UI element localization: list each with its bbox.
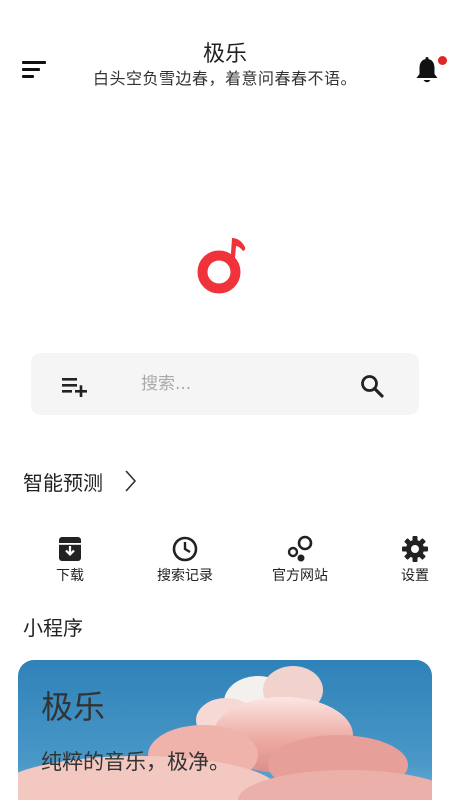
smart-prediction-label: 智能预测 xyxy=(23,470,103,495)
card-subtitle: 纯粹的音乐，极净。 xyxy=(41,750,230,774)
app-title: 极乐 xyxy=(202,42,247,67)
sky-cloud-illustration xyxy=(18,660,432,800)
search-bar xyxy=(31,353,419,415)
chevron-right-icon xyxy=(125,470,137,492)
smart-prediction-link[interactable]: 智能预测 xyxy=(23,466,137,496)
gear-icon xyxy=(402,536,428,562)
settings-button[interactable]: 设置 xyxy=(370,535,450,585)
card-title: 极乐 xyxy=(41,688,106,726)
clock-icon xyxy=(172,536,198,562)
mini-program-card[interactable]: 极乐 纯粹的音乐，极净。 xyxy=(18,660,432,800)
download-label: 下载 xyxy=(56,568,84,584)
search-history-button[interactable]: 搜索记录 xyxy=(140,535,230,585)
bubbles-icon xyxy=(287,535,313,562)
playlist-add-icon[interactable] xyxy=(61,375,89,397)
music-note-logo xyxy=(197,238,246,294)
settings-label: 设置 xyxy=(401,568,429,584)
app-screen: 极乐 白头空负雪边春，着意问春春不语。 智能预测 xyxy=(0,0,450,800)
search-icon[interactable] xyxy=(359,373,385,399)
quick-actions: 下载 搜索记录 官方网站 设置 xyxy=(0,535,450,585)
search-input[interactable] xyxy=(141,371,291,397)
official-website-button[interactable]: 官方网站 xyxy=(255,535,345,585)
official-website-label: 官方网站 xyxy=(272,568,328,584)
search-history-label: 搜索记录 xyxy=(157,568,213,584)
download-box-icon xyxy=(59,537,81,561)
mini-program-title: 小程序 xyxy=(23,616,83,640)
notification-dot xyxy=(438,56,447,65)
app-subtitle: 白头空负雪边春，着意问春春不语。 xyxy=(92,69,357,88)
download-button[interactable]: 下载 xyxy=(25,535,115,585)
